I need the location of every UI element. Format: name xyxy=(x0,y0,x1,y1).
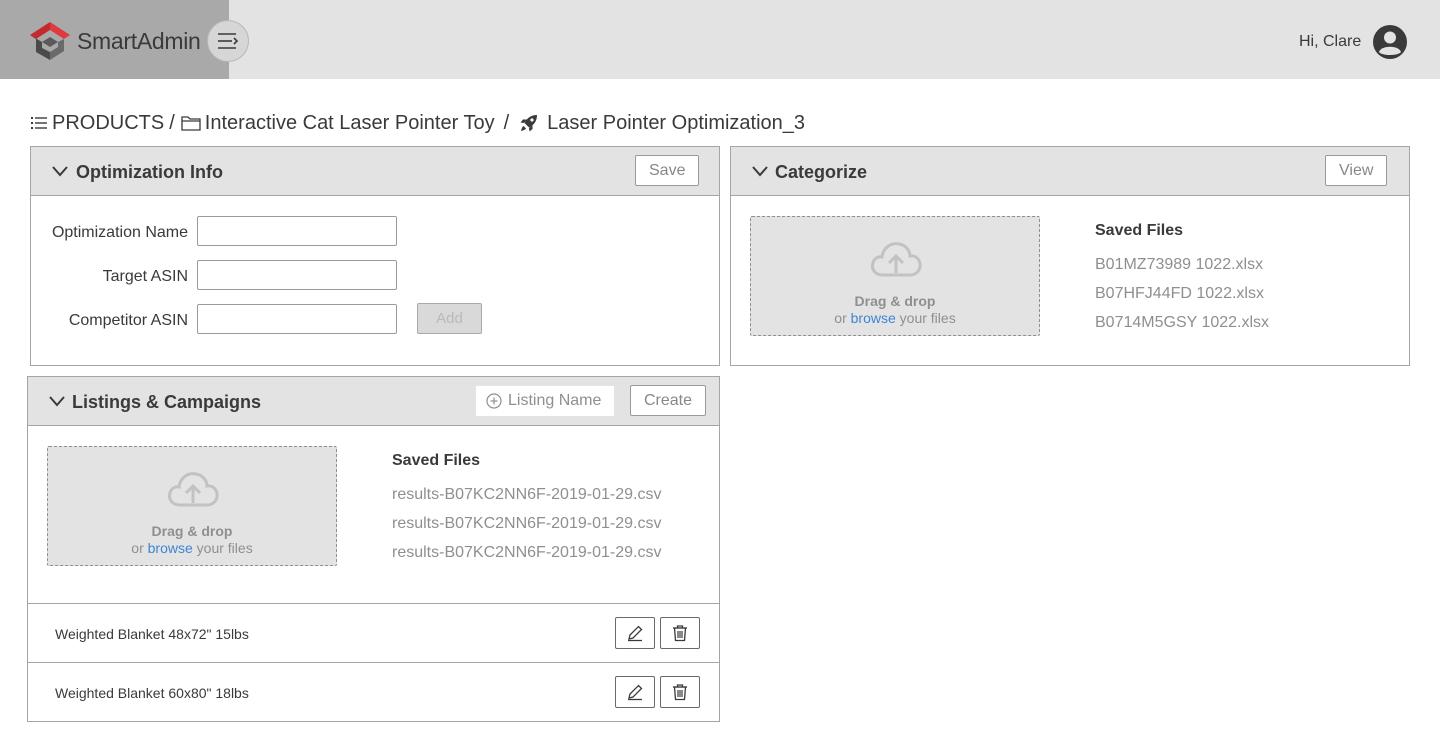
competitor-asin-label: Competitor ASIN xyxy=(68,312,188,329)
add-competitor-button[interactable]: Add xyxy=(417,303,482,334)
file-dropzone[interactable]: Drag & drop or browse your files xyxy=(47,446,337,566)
hamburger-menu-icon xyxy=(218,33,239,49)
listings-campaigns-panel: Listings & Campaigns Listing Name Create… xyxy=(27,376,720,722)
target-asin-input[interactable] xyxy=(197,260,397,290)
dropzone-prefix: or xyxy=(131,540,144,556)
dropzone-title: Drag & drop xyxy=(151,523,233,539)
brand-area: SmartAdmin xyxy=(0,0,229,79)
edit-listing-button[interactable] xyxy=(615,617,655,649)
list-icon xyxy=(30,115,48,131)
listing-name-input[interactable]: Listing Name xyxy=(476,386,614,416)
listing-row: Weighted Blanket 48x72" 15lbs xyxy=(28,603,719,662)
cloud-upload-icon xyxy=(168,472,219,507)
breadcrumb-separator: / xyxy=(503,111,510,134)
top-header: SmartAdmin Hi, Clare xyxy=(0,0,1440,79)
listing-name: Weighted Blanket 48x72" 15lbs xyxy=(55,626,249,642)
optimization-name-label: Optimization Name xyxy=(51,224,188,241)
browse-link[interactable]: browse xyxy=(148,540,193,556)
panel-title: Categorize xyxy=(775,162,868,182)
categorize-panel: Categorize View Drag & drop or browse yo… xyxy=(730,146,1410,366)
saved-file-link[interactable]: results-B07KC2NN6F-2019-01-29.csv xyxy=(392,515,661,533)
saved-file-link[interactable]: results-B07KC2NN6F-2019-01-29.csv xyxy=(392,544,661,562)
dropzone-prefix: or xyxy=(834,310,847,326)
create-button[interactable]: Create xyxy=(630,385,707,416)
saved-file-link[interactable]: B0714M5GSY 1022.xlsx xyxy=(1095,314,1269,332)
save-button[interactable]: Save xyxy=(635,155,700,186)
listing-name-placeholder: Listing Name xyxy=(508,392,602,409)
trash-icon xyxy=(673,625,687,642)
dropzone-suffix: your files xyxy=(899,310,956,326)
breadcrumb-products-link[interactable]: PRODUCTS xyxy=(52,112,164,135)
hamburger-menu-button[interactable] xyxy=(207,20,249,62)
breadcrumb: PRODUCTS / Interactive Cat Laser Pointer… xyxy=(30,110,805,136)
folder-icon xyxy=(181,115,201,131)
optimization-name-input[interactable] xyxy=(197,216,397,246)
pencil-icon xyxy=(628,684,643,701)
saved-files-title: Saved Files xyxy=(1095,222,1184,239)
user-greeting: Hi, Clare xyxy=(1299,33,1362,50)
breadcrumb-current: Laser Pointer Optimization_3 xyxy=(547,111,806,134)
breadcrumb-separator: / xyxy=(169,111,175,134)
saved-file-link[interactable]: results-B07KC2NN6F-2019-01-29.csv xyxy=(392,486,661,504)
chevron-down-icon[interactable] xyxy=(48,394,66,408)
panel-header: Optimization Info Save xyxy=(31,147,719,196)
dropzone-suffix: your files xyxy=(196,540,253,556)
chevron-down-icon[interactable] xyxy=(751,164,769,178)
panel-title: Optimization Info xyxy=(76,162,223,182)
dropzone-title: Drag & drop xyxy=(854,293,936,309)
saved-file-link[interactable]: B07HFJ44FD 1022.xlsx xyxy=(1095,285,1264,303)
cloud-upload-icon xyxy=(871,242,922,277)
panel-header: Categorize View xyxy=(731,147,1409,196)
competitor-asin-input[interactable] xyxy=(197,304,397,334)
listing-name: Weighted Blanket 60x80" 18lbs xyxy=(55,685,249,701)
file-dropzone[interactable]: Drag & drop or browse your files xyxy=(750,216,1040,336)
view-button[interactable]: View xyxy=(1325,155,1388,186)
panel-title: Listings & Campaigns xyxy=(72,392,262,412)
listing-row: Weighted Blanket 60x80" 18lbs xyxy=(28,662,719,721)
delete-listing-button[interactable] xyxy=(660,617,700,649)
trash-icon xyxy=(673,684,687,701)
delete-listing-button[interactable] xyxy=(660,676,700,708)
smartadmin-logo-icon xyxy=(30,22,70,60)
breadcrumb-product-link[interactable]: Interactive Cat Laser Pointer Toy xyxy=(205,112,495,135)
target-asin-label: Target ASIN xyxy=(102,268,188,285)
panel-header: Listings & Campaigns Listing Name Create xyxy=(28,377,719,426)
brand-name: SmartAdmin xyxy=(77,28,201,54)
chevron-down-icon[interactable] xyxy=(51,164,69,178)
saved-file-link[interactable]: B01MZ73989 1022.xlsx xyxy=(1095,256,1263,274)
pencil-icon xyxy=(628,625,643,642)
saved-files-title: Saved Files xyxy=(392,452,481,469)
dropzone-subtitle: or browse your files xyxy=(48,540,336,556)
user-avatar-icon[interactable] xyxy=(1372,24,1408,60)
edit-listing-button[interactable] xyxy=(615,676,655,708)
app-page: SmartAdmin Hi, Clare PRODUCTS / Interact… xyxy=(0,0,1440,752)
dropzone-subtitle: or browse your files xyxy=(751,310,1039,326)
browse-link[interactable]: browse xyxy=(851,310,896,326)
optimization-info-panel: Optimization Info Save Optimization Name… xyxy=(30,146,720,366)
rocket-icon xyxy=(519,114,538,133)
plus-circle-icon xyxy=(486,393,502,409)
